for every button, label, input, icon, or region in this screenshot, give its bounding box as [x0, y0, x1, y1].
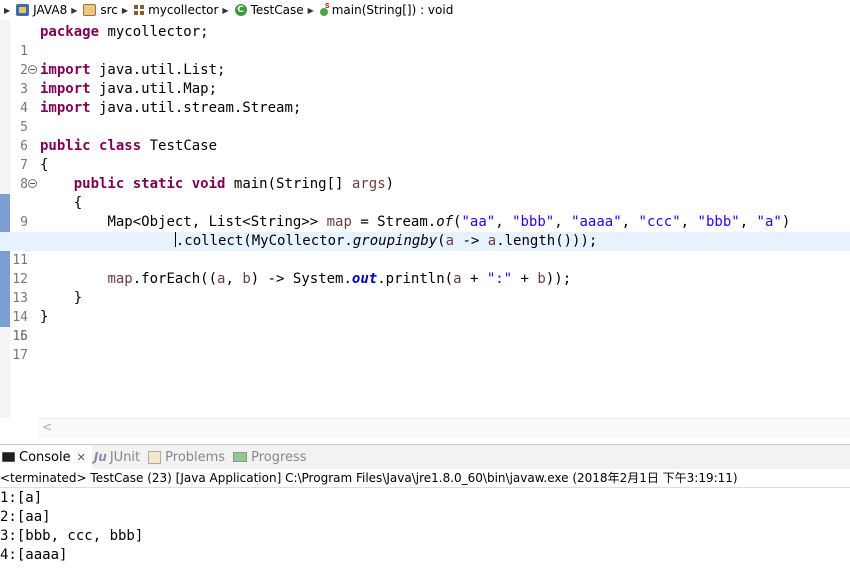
- java-project-icon: [16, 4, 30, 16]
- tab-progress[interactable]: Progress: [231, 445, 312, 469]
- console-status: <terminated> TestCase (23) [Java Applica…: [0, 469, 850, 488]
- view-tabs: Console ✕ Ju JUnit Problems Progress: [0, 444, 850, 469]
- scroll-left-icon[interactable]: <: [42, 420, 52, 434]
- progress-icon: [233, 452, 248, 462]
- code-line[interactable]: 2: [0, 42, 850, 78]
- code-line[interactable]: 9 public static void main(String[] args): [0, 175, 850, 230]
- code-editor[interactable]: 1 package mycollector; 2 3 import java.u…: [0, 20, 850, 438]
- class-icon: C: [234, 4, 247, 16]
- console-output-line[interactable]: 3:[bbb, ccc, bbb]: [0, 527, 143, 546]
- code-line-current[interactable]: 12 .collect(MyCollector.groupingby(a -> …: [0, 232, 850, 287]
- console-output-line[interactable]: 1:[a]: [0, 489, 42, 508]
- code-line[interactable]: 15 }: [0, 289, 850, 344]
- code-line[interactable]: 5 import java.util.stream.Stream;: [0, 99, 850, 135]
- chevron-right-icon[interactable]: ▶: [4, 6, 10, 15]
- public-static-method-icon: S: [319, 2, 330, 16]
- chevron-right-icon[interactable]: ▶: [122, 6, 128, 15]
- breadcrumb-package[interactable]: mycollector: [134, 3, 218, 17]
- code-line[interactable]: 4 import java.util.Map;: [0, 80, 850, 116]
- source-folder-icon: [83, 4, 97, 16]
- code-line[interactable]: 1 package mycollector;: [0, 23, 850, 59]
- code-line[interactable]: 17: [0, 327, 850, 363]
- breadcrumb-class[interactable]: C TestCase: [234, 3, 304, 17]
- code-line[interactable]: 6: [0, 118, 850, 154]
- code-line[interactable]: 3 import java.util.List;: [0, 61, 850, 97]
- breadcrumb-project[interactable]: JAVA8: [16, 3, 67, 17]
- tab-junit[interactable]: Ju JUnit: [92, 445, 146, 469]
- breadcrumb-method[interactable]: Smain(String[]) : void: [319, 2, 453, 17]
- code-line[interactable]: 7 public class TestCase: [0, 137, 850, 173]
- fold-toggle-icon[interactable]: [28, 179, 37, 188]
- horizontal-scrollbar[interactable]: <: [38, 418, 850, 438]
- code-line[interactable]: 10 {: [0, 194, 850, 249]
- code-line[interactable]: 14 map.forEach((a, b) -> System.out.prin…: [0, 270, 850, 325]
- fold-toggle-icon[interactable]: [28, 65, 37, 74]
- console-output-line[interactable]: 2:[aa]: [0, 508, 51, 527]
- close-icon[interactable]: ✕: [77, 451, 86, 464]
- tab-problems[interactable]: Problems: [146, 445, 231, 469]
- tab-console[interactable]: Console ✕: [0, 445, 92, 469]
- code-line[interactable]: 11 Map<Object, List<String>> map = Strea…: [0, 213, 850, 268]
- junit-icon: Ju: [93, 450, 107, 464]
- chevron-right-icon[interactable]: ▶: [222, 6, 228, 15]
- breadcrumb-src[interactable]: src: [83, 3, 118, 17]
- console-output-line[interactable]: 4:[aaaa]: [0, 546, 67, 565]
- package-icon: [134, 5, 145, 15]
- console-panel: Console ✕ Ju JUnit Problems Progress <te…: [0, 444, 850, 571]
- chevron-right-icon[interactable]: ▶: [71, 6, 77, 15]
- code-line[interactable]: 16 }: [0, 308, 850, 344]
- console-icon: [2, 452, 15, 462]
- chevron-right-icon[interactable]: ▶: [308, 6, 314, 15]
- code-line[interactable]: 8 {: [0, 156, 850, 192]
- code-line[interactable]: 13: [0, 251, 850, 306]
- problems-icon: [148, 450, 162, 464]
- breadcrumb: ▶ JAVA8 ▶ src ▶ mycollector ▶ C TestCase …: [0, 0, 850, 20]
